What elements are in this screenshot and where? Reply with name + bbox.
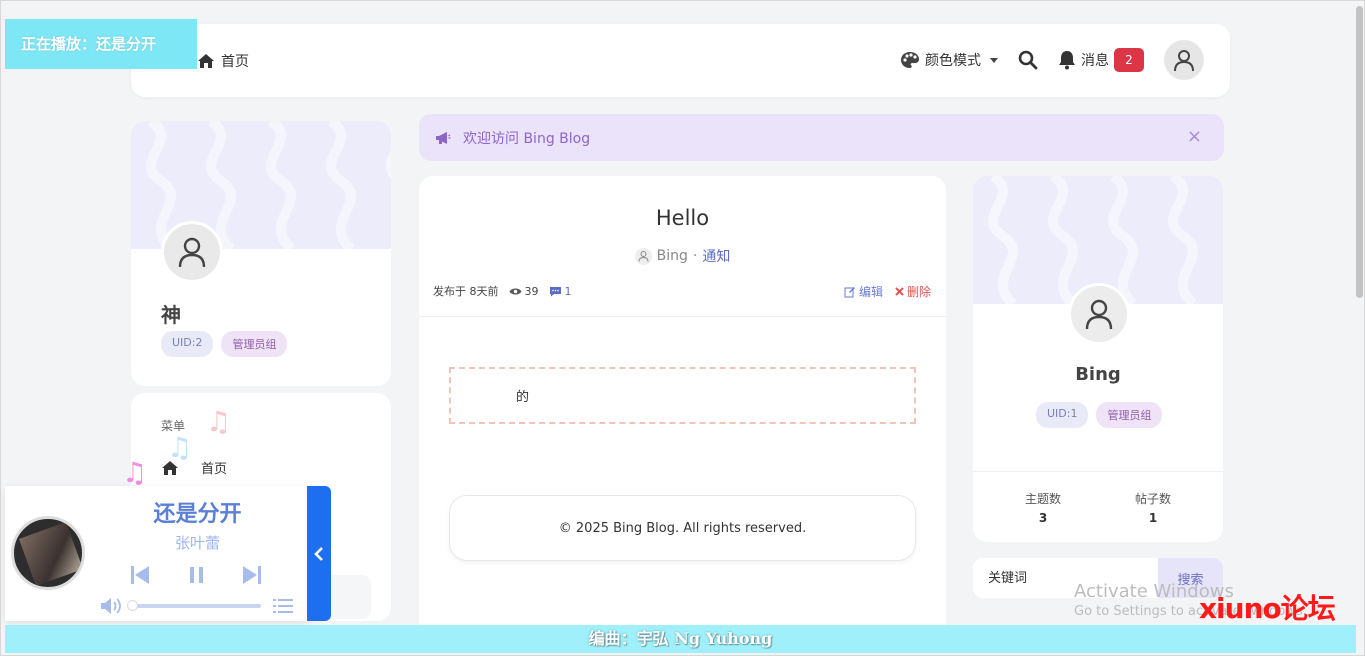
- chevron-left-icon: [314, 546, 324, 562]
- stat-topics: 主题数 3: [1003, 490, 1083, 525]
- post-title: Hello: [655, 206, 710, 230]
- brand-watermark: xiuno论坛: [1199, 592, 1336, 625]
- progress-bar[interactable]: [127, 600, 261, 611]
- comment-icon: [549, 286, 562, 297]
- delete-button[interactable]: 删除: [895, 283, 931, 300]
- user-avatar-button[interactable]: [1164, 40, 1204, 80]
- chevron-down-icon: [990, 57, 998, 63]
- stat-posts: 帖子数 1: [1113, 490, 1193, 525]
- scrollbar[interactable]: [1356, 6, 1363, 298]
- nav-right-group: 颜色模式 消息 2: [900, 39, 1204, 81]
- pause-icon[interactable]: [188, 564, 206, 586]
- progress-handle[interactable]: [127, 600, 138, 611]
- close-icon[interactable]: ×: [1187, 126, 1202, 147]
- nav-home-label: 首页: [221, 54, 249, 70]
- search-button[interactable]: [1018, 50, 1038, 70]
- stat-label: 主题数: [1024, 492, 1061, 506]
- top-navbar: 首页 颜色模式 消息 2: [131, 24, 1230, 97]
- group-badge: 管理员组: [1096, 402, 1163, 428]
- search-icon: [1018, 50, 1038, 70]
- messages-count-badge: 2: [1114, 48, 1144, 72]
- user-icon: [1084, 298, 1114, 330]
- author-tags: UID:1 管理员组: [1036, 402, 1163, 428]
- uid-badge: UID:2: [161, 331, 214, 357]
- divider: [419, 316, 946, 317]
- left-username: 神: [161, 303, 181, 327]
- eye-icon: [509, 287, 522, 296]
- messages-label: 消息: [1081, 53, 1109, 69]
- nav-home-link[interactable]: 首页: [197, 51, 249, 71]
- left-tags: UID:2 管理员组: [161, 331, 288, 357]
- post-published: 发布于 8天前: [433, 285, 499, 298]
- site-footer: © 2025 Bing Blog. All rights reserved.: [449, 495, 916, 561]
- stat-label: 帖子数: [1134, 492, 1171, 506]
- post-meta: 发布于 8天前 39 1: [433, 283, 572, 299]
- post-actions: 编辑 删除: [844, 283, 931, 300]
- comments-count: 1: [564, 284, 572, 298]
- music-player: 还是分开 张叶蕾: [5, 486, 307, 621]
- close-icon: [895, 287, 904, 296]
- song-title: 还是分开: [153, 502, 242, 527]
- bullhorn-icon: [435, 131, 451, 145]
- messages-button[interactable]: 消息 2: [1058, 48, 1144, 72]
- lyric-bar: 编曲：宇弘 Ng Yuhong: [5, 625, 1356, 653]
- edit-icon: [844, 286, 856, 298]
- home-icon: [197, 53, 215, 69]
- post-comments: 1: [549, 285, 572, 298]
- welcome-alert: 欢迎访问 Bing Blog ×: [419, 114, 1224, 161]
- bell-icon: [1058, 50, 1076, 70]
- post-content: 的: [449, 367, 916, 424]
- stat-value: 3: [1038, 511, 1048, 525]
- post-category-link[interactable]: 通知: [702, 246, 730, 266]
- post-author-line: Bing · 通知: [419, 246, 946, 266]
- right-profile-card: Bing UID:1 管理员组 主题数 3 帖子数 1: [973, 176, 1223, 542]
- now-playing-banner: 正在播放：还是分开: [5, 19, 197, 69]
- post-views: 39: [509, 285, 539, 298]
- alert-text: 欢迎访问 Bing Blog: [463, 130, 591, 147]
- palette-icon: [900, 51, 920, 69]
- color-mode-dropdown[interactable]: 颜色模式: [900, 50, 998, 70]
- author-avatar[interactable]: [634, 247, 652, 265]
- post-author[interactable]: Bing: [657, 248, 688, 264]
- group-badge: 管理员组: [221, 331, 288, 357]
- sidebar-item-label: 首页: [201, 462, 228, 477]
- song-artist: 张叶蕾: [174, 534, 220, 552]
- edit-label: 编辑: [858, 285, 883, 299]
- previous-icon[interactable]: [129, 564, 151, 586]
- next-icon[interactable]: [241, 564, 263, 586]
- delete-label: 删除: [906, 285, 931, 299]
- playlist-icon[interactable]: [273, 598, 293, 614]
- music-note-icon: ♫: [122, 456, 148, 489]
- divider: [973, 471, 1223, 472]
- left-profile-card: 神 UID:2 管理员组: [131, 121, 391, 386]
- left-avatar[interactable]: [161, 221, 223, 283]
- edit-button[interactable]: 编辑: [844, 283, 883, 300]
- post-card: Hello Bing · 通知 发布于 8天前 39 1 编辑 删除 的 © 2…: [419, 176, 946, 646]
- volume-icon[interactable]: [99, 596, 123, 616]
- author-name: Bing: [1075, 364, 1121, 385]
- views-count: 39: [524, 284, 539, 298]
- separator: ·: [692, 248, 698, 264]
- color-mode-label: 颜色模式: [925, 53, 981, 69]
- stat-value: 1: [1148, 511, 1158, 525]
- player-collapse-button[interactable]: [307, 486, 331, 621]
- uid-badge: UID:1: [1036, 402, 1089, 428]
- author-avatar[interactable]: [1068, 283, 1130, 345]
- user-icon: [1173, 48, 1195, 72]
- music-note-icon: ♫: [206, 405, 232, 438]
- user-icon: [177, 236, 207, 268]
- music-note-icon: ♫: [167, 431, 193, 464]
